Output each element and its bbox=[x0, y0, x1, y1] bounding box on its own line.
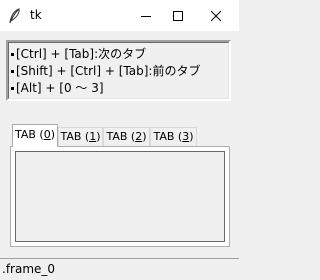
tab-2[interactable]: TAB (2) bbox=[103, 127, 150, 146]
shortcut-info-inner: [Ctrl] + [Tab]:次のタブ [Shift] + [Ctrl] + [… bbox=[8, 42, 229, 99]
shortcut-line-alt: [Alt] + [0 ～ 3] bbox=[11, 80, 104, 96]
bullet-icon bbox=[11, 53, 14, 56]
bullet-icon bbox=[11, 70, 14, 73]
tab-label: TAB (2) bbox=[106, 130, 147, 143]
title-bar[interactable]: tk bbox=[0, 0, 239, 31]
minimize-icon bbox=[141, 11, 151, 21]
close-icon bbox=[211, 10, 221, 21]
notebook-panel bbox=[10, 146, 230, 247]
status-bar: .frame_0 bbox=[0, 258, 239, 280]
shortcut-line-prev-tab: [Shift] + [Ctrl] + [Tab]:前のタブ bbox=[11, 63, 200, 79]
shortcut-text: [Shift] + [Ctrl] + [Tab]:前のタブ bbox=[16, 64, 201, 78]
maximize-icon bbox=[173, 10, 183, 21]
tab-content-frame bbox=[15, 151, 225, 242]
feather-icon bbox=[8, 8, 22, 24]
tab-label: TAB (1) bbox=[60, 130, 101, 143]
status-text: .frame_0 bbox=[2, 262, 56, 276]
shortcut-info-box: [Ctrl] + [Tab]:次のタブ [Shift] + [Ctrl] + [… bbox=[6, 40, 231, 101]
tab-0[interactable]: TAB (0) bbox=[12, 124, 58, 147]
shortcut-text: [Alt] + [0 ～ 3] bbox=[16, 81, 104, 95]
bullet-icon bbox=[11, 87, 14, 90]
tab-1[interactable]: TAB (1) bbox=[58, 127, 103, 146]
close-button[interactable] bbox=[193, 0, 239, 31]
tab-label: TAB (3) bbox=[153, 130, 194, 143]
shortcut-text: [Ctrl] + [Tab]:次のタブ bbox=[16, 47, 147, 61]
window-title: tk bbox=[30, 8, 42, 22]
shortcut-line-next-tab: [Ctrl] + [Tab]:次のタブ bbox=[11, 46, 146, 62]
tab-label: TAB (0) bbox=[14, 128, 56, 141]
tab-3[interactable]: TAB (3) bbox=[150, 127, 197, 146]
